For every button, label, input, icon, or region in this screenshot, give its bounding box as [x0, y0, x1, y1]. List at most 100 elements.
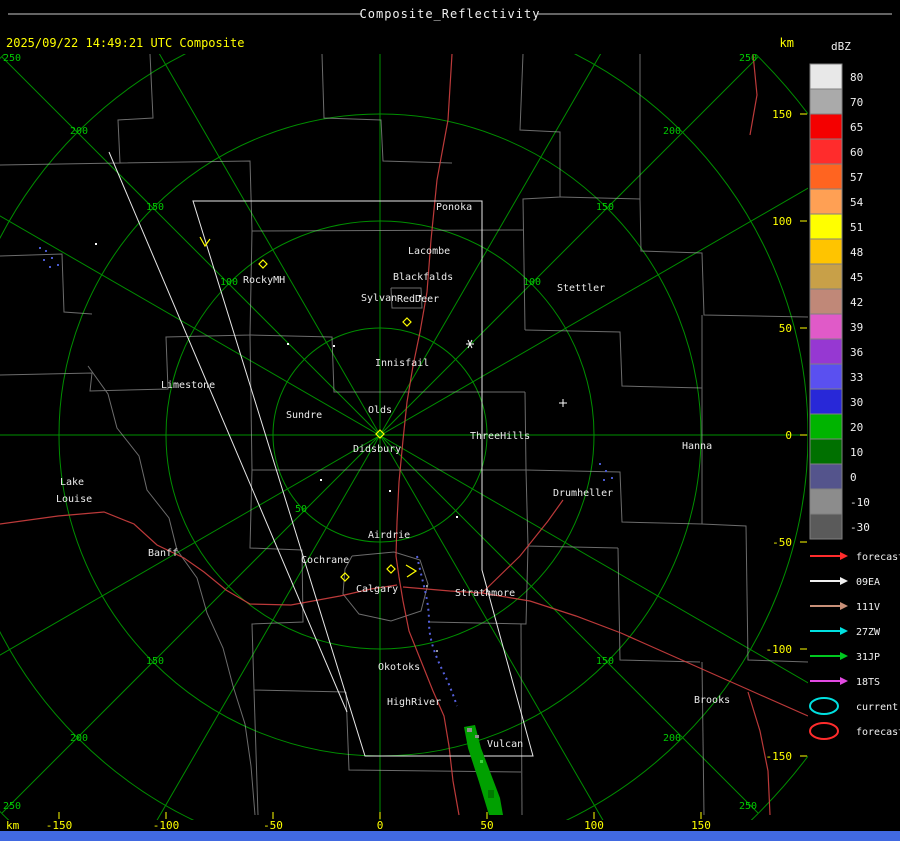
scale-value: -10: [850, 496, 870, 509]
city-label: Sylvan: [361, 293, 397, 304]
scale-value: 33: [850, 371, 863, 384]
bottom-axis-label: -100: [153, 819, 180, 832]
city-label: Calgary: [356, 584, 398, 595]
window-title: Composite_Reflectivity: [360, 7, 541, 21]
km-unit-top-right: km: [780, 36, 794, 50]
radar-app-window: Composite_Reflectivity 2025/09/22 14:49:…: [0, 0, 900, 841]
color-swatch[interactable]: [809, 363, 843, 390]
city-label: Airdrie: [368, 530, 410, 541]
color-swatch[interactable]: [809, 438, 843, 465]
color-swatch[interactable]: [809, 213, 843, 240]
color-swatch[interactable]: [809, 138, 843, 165]
scale-value: 45: [850, 271, 863, 284]
right-axis-label: -50: [772, 536, 792, 549]
ring-label: 250: [3, 801, 21, 812]
track-label: 18TS: [856, 677, 880, 688]
track-label: 27ZW: [856, 627, 881, 638]
ring-label: 250: [739, 53, 757, 64]
scale-value: 60: [850, 146, 863, 159]
bottom-scrollbar[interactable]: [0, 831, 900, 841]
color-swatch[interactable]: [809, 113, 843, 140]
city-label: Strathmore: [455, 588, 515, 599]
bottom-axis-label: 100: [584, 819, 604, 832]
bottom-axis-label: 0: [377, 819, 384, 832]
city-label: Banff: [148, 548, 178, 559]
right-axis-label: -100: [766, 643, 793, 656]
city-label: Limestone: [161, 380, 215, 391]
scale-value: 20: [850, 421, 863, 434]
app-background: [0, 0, 900, 841]
city-label: Vulcan: [487, 739, 523, 750]
scale-value: 80: [850, 71, 863, 84]
bottom-axis-label: 150: [691, 819, 711, 832]
ring-label: 150: [596, 656, 614, 667]
track-label: 09EA: [856, 577, 880, 588]
color-swatch[interactable]: [809, 88, 843, 115]
timestamp-label: 2025/09/22 14:49:21 UTC Composite: [6, 36, 244, 50]
color-scale-title: dBZ: [831, 40, 851, 53]
ellipse-label: forecast: [856, 727, 900, 738]
color-swatch[interactable]: [809, 263, 843, 290]
scale-value: -30: [850, 521, 870, 534]
km-unit-bottom-left: km: [6, 819, 20, 832]
city-label: Hanna: [682, 441, 712, 452]
color-swatch[interactable]: [809, 188, 843, 215]
track-label: 31JP: [856, 652, 880, 663]
color-swatch[interactable]: [809, 463, 843, 490]
bottom-axis-label: -150: [46, 819, 73, 832]
color-swatch[interactable]: [809, 313, 843, 340]
scale-value: 54: [850, 196, 864, 209]
ring-label: 150: [146, 202, 164, 213]
city-label: Drumheller: [553, 488, 613, 499]
color-swatch[interactable]: [809, 63, 843, 90]
city-label: Innisfail: [375, 358, 429, 369]
city-label: RedDeer: [397, 294, 439, 305]
scale-value: 42: [850, 296, 863, 309]
color-swatch[interactable]: [809, 413, 843, 440]
city-label: Didsbury: [353, 444, 401, 455]
ring-label: 200: [663, 733, 681, 744]
city-label: Okotoks: [378, 662, 420, 673]
color-swatch[interactable]: [809, 238, 843, 265]
track-label: forecast: [856, 552, 900, 563]
right-axis-label: 0: [785, 429, 792, 442]
city-label: RockyMH: [243, 275, 285, 286]
scale-value: 10: [850, 446, 863, 459]
color-swatch[interactable]: [809, 388, 843, 415]
ring-label: 200: [70, 733, 88, 744]
city-label: Olds: [368, 405, 392, 416]
bottom-axis-label: 50: [480, 819, 493, 832]
city-label: Brooks: [694, 695, 730, 706]
color-swatch[interactable]: [809, 338, 843, 365]
city-label: HighRiver: [387, 697, 441, 708]
city-label: Lacombe: [408, 246, 450, 257]
city-label: Cochrane: [301, 555, 349, 566]
ring-label: 150: [146, 656, 164, 667]
color-swatch[interactable]: [809, 288, 843, 315]
ring-label: 250: [739, 801, 757, 812]
scale-value: 30: [850, 396, 863, 409]
ring-label: 200: [70, 126, 88, 137]
scale-value: 36: [850, 346, 863, 359]
ring-label: 250: [3, 53, 21, 64]
color-swatch[interactable]: [809, 488, 843, 515]
right-axis-label: 100: [772, 215, 792, 228]
city-label: Ponoka: [436, 202, 472, 213]
ring-label: 150: [596, 202, 614, 213]
scale-value: 57: [850, 171, 863, 184]
city-label: Stettler: [557, 283, 605, 294]
city-label: ThreeHills: [470, 431, 530, 442]
scale-value: 39: [850, 321, 863, 334]
scale-value: 48: [850, 246, 863, 259]
color-swatch[interactable]: [809, 163, 843, 190]
ring-label: 50: [295, 504, 307, 515]
color-swatch[interactable]: [809, 513, 843, 540]
right-axis-label: 50: [779, 322, 792, 335]
scale-value: 51: [850, 221, 863, 234]
city-label: Lake: [60, 477, 84, 488]
right-axis-label: -150: [766, 750, 793, 763]
ring-label: 100: [523, 277, 541, 288]
city-label: Blackfalds: [393, 272, 453, 283]
city-label: Louise: [56, 494, 92, 505]
bottom-axis-label: -50: [263, 819, 283, 832]
